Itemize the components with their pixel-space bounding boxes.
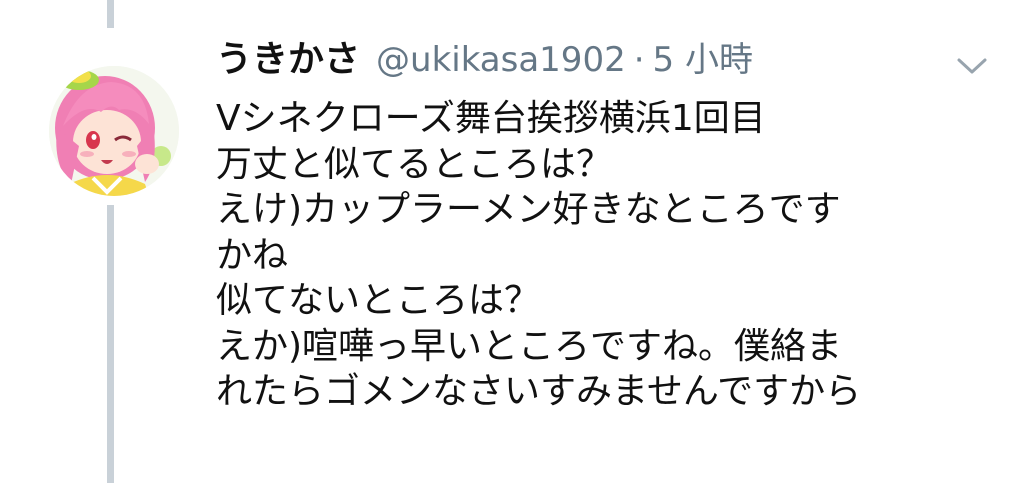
- display-name[interactable]: うきかさ: [216, 30, 360, 82]
- tweet-text: Vシネクローズ舞台挨拶横浜1回目 万丈と似てるところは？ えけ)カップラーメン好…: [216, 96, 1004, 415]
- tweet-text-line: かね: [216, 234, 289, 276]
- avatar-image: [49, 66, 179, 196]
- thread-line-bottom: [107, 205, 114, 483]
- tweet-header: うきかさ @ukikasa1902 · 5 小時: [216, 30, 1004, 102]
- tweet-text-line: 似てないところは？: [216, 280, 541, 321]
- tweet: うきかさ @ukikasa1902 · 5 小時 Vシネクローズ舞台挨拶横浜1回…: [216, 30, 1004, 415]
- avatar[interactable]: [49, 66, 179, 196]
- thread-line-top: [107, 0, 114, 28]
- header-separator: ·: [633, 40, 645, 80]
- tweet-text-line: えか)喧嘩っ早いところですね。僕絡ま: [216, 325, 843, 367]
- tweet-text-line: えけ)カップラーメン好きなところです: [216, 189, 841, 230]
- user-handle[interactable]: @ukikasa1902: [376, 40, 626, 80]
- chevron-down-icon[interactable]: [956, 56, 988, 76]
- tweet-text-line: れたらゴメンなさいすみませんですから: [216, 371, 862, 412]
- tweet-text-line: Vシネクローズ舞台挨拶横浜1回目: [216, 98, 766, 139]
- tweet-timestamp[interactable]: 5 小時: [653, 32, 753, 81]
- tweet-text-line: 万丈と似てるところは？: [216, 143, 613, 185]
